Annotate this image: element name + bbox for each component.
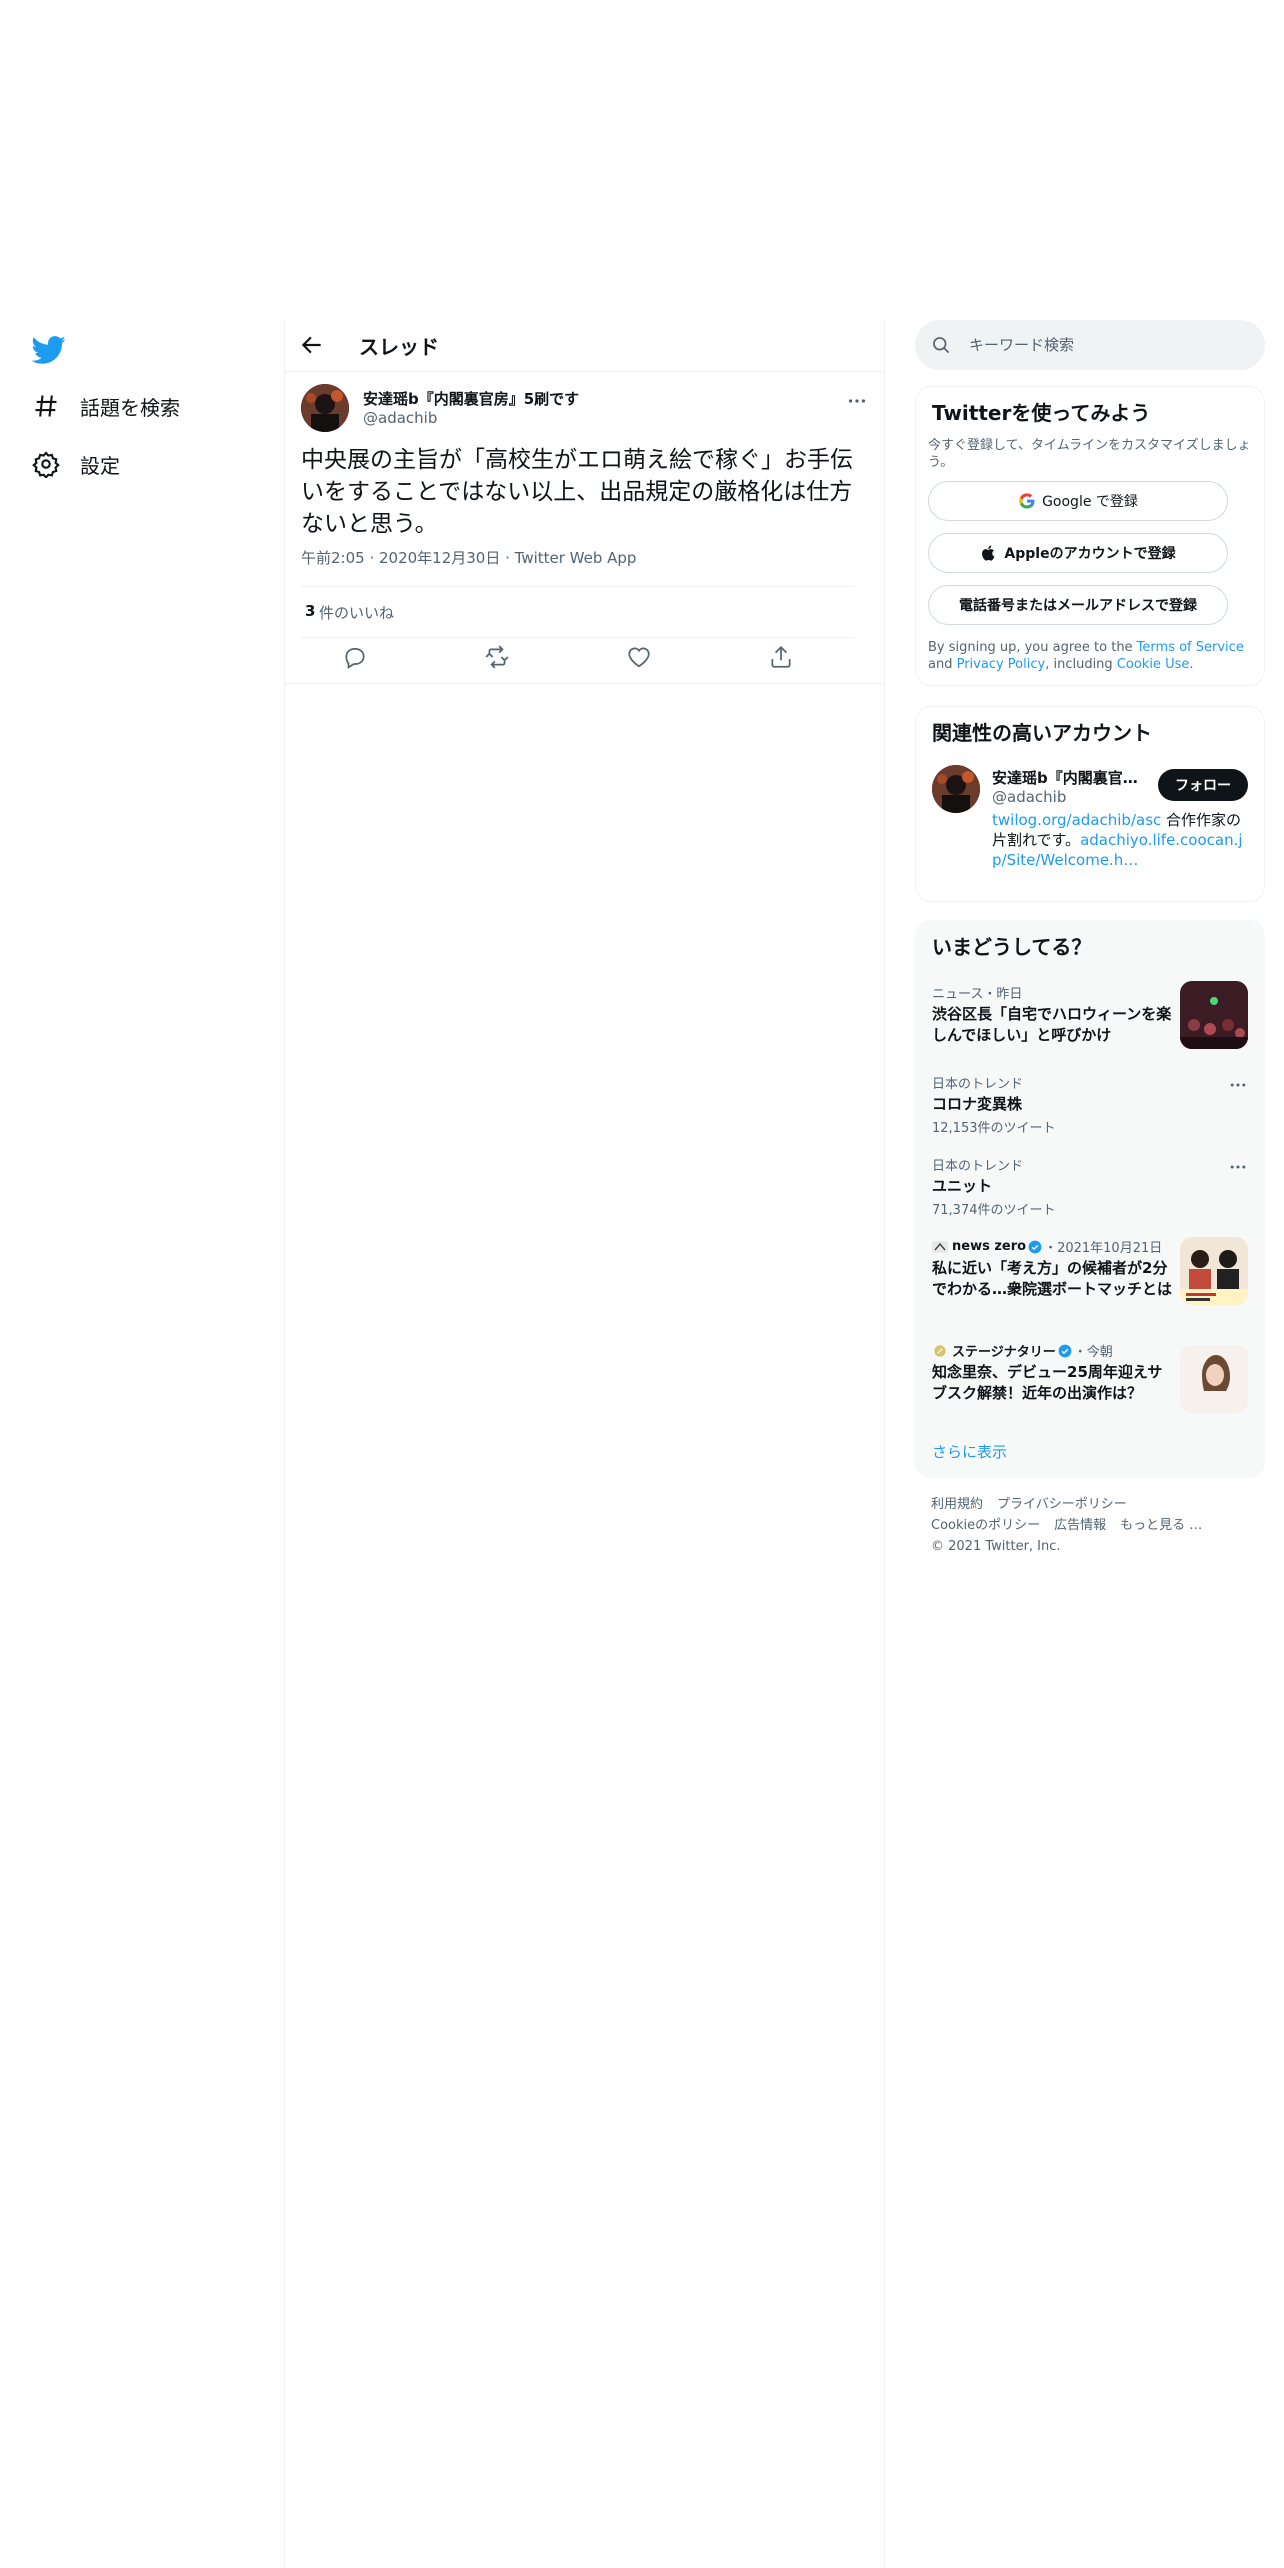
trend-source: ステージナタリー	[952, 1345, 1056, 1360]
signup-card: Twitterを使ってみよう 今すぐ登録して、タイムラインをカスタマイズしましょ…	[915, 386, 1265, 686]
gear-icon	[32, 450, 60, 478]
nav-settings-label: 設定	[80, 453, 120, 478]
trend-title: ユニット	[932, 1177, 993, 1195]
retweet-icon[interactable]	[484, 644, 510, 670]
trend-item[interactable]: news zero ・2021年10月21日 私に近い「考え方」の候補者が2分で…	[932, 1237, 1172, 1300]
footer-privacy-link[interactable]: プライバシーポリシー	[997, 1497, 1127, 1512]
signup-legal: By signing up, you agree to the Terms of…	[928, 639, 1258, 673]
legal-text: By signing up, you agree to the	[928, 640, 1137, 655]
search-box[interactable]	[915, 320, 1265, 370]
footer-ads-link[interactable]: 広告情報	[1054, 1518, 1106, 1533]
trends-card: いまどうしてる？ ニュース・昨日 渋谷区長「自宅でハロウィーンを楽しんでほしい」…	[915, 920, 1265, 1478]
related-title: 関連性の高いアカウント	[932, 721, 1152, 745]
share-icon[interactable]	[768, 644, 794, 670]
hashtag-icon	[32, 392, 60, 420]
trend-count: 71,374件のツイート	[932, 1203, 1056, 1218]
trend-meta: 日本のトレンド	[932, 1077, 1024, 1092]
trend-thumbnail	[1180, 1237, 1248, 1305]
author-handle[interactable]: @adachib	[363, 409, 437, 427]
more-icon[interactable]	[846, 390, 868, 412]
signup-title: Twitterを使ってみよう	[932, 401, 1151, 425]
footer-cookie-link[interactable]: Cookieのポリシー	[931, 1518, 1040, 1533]
likes-row[interactable]: 3 件のいいね	[301, 586, 854, 638]
trend-thumbnail	[1180, 981, 1248, 1049]
tweet-meta[interactable]: 午前2:05 · 2020年12月30日 · Twitter Web App	[301, 547, 636, 568]
more-icon[interactable]	[1228, 1157, 1248, 1177]
search-icon	[931, 335, 951, 355]
cookie-link[interactable]: Cookie Use	[1117, 657, 1190, 672]
trend-meta: ステージナタリー ・今朝	[932, 1341, 1172, 1360]
news-zero-logo-icon	[932, 1240, 948, 1253]
twitter-logo-icon[interactable]	[30, 332, 66, 368]
avatar[interactable]	[301, 384, 349, 432]
related-accounts-card: 関連性の高いアカウント 安達瑶b『内閣裏官房』5刷です @adachib フォロ…	[915, 706, 1265, 902]
privacy-link[interactable]: Privacy Policy	[957, 657, 1046, 672]
likes-count: 3	[305, 602, 316, 620]
legal-text: , including	[1045, 657, 1117, 672]
heart-icon[interactable]	[626, 644, 652, 670]
related-name[interactable]: 安達瑶b『内閣裏官房』5刷です	[992, 767, 1142, 788]
signup-subtitle: 今すぐ登録して、タイムラインをカスタマイズしましょう。	[928, 438, 1251, 470]
avatar[interactable]	[932, 765, 980, 813]
trend-title: 知念里奈、デビュー25周年迎えサブスク解禁！近年の出演作は？	[932, 1363, 1163, 1402]
apple-signup-label: Appleのアカウントで登録	[1004, 546, 1176, 562]
tweet: 安達瑶b『内閣裏官房』5刷です @adachib 中央展の主旨が「高校生がエロ萌…	[285, 372, 884, 684]
show-more-link[interactable]: さらに表示	[932, 1441, 1007, 1462]
trend-time: ・2021年10月21日	[1044, 1241, 1163, 1256]
trend-meta: ニュース・昨日	[932, 987, 1023, 1002]
related-handle[interactable]: @adachib	[992, 788, 1066, 806]
phone-email-signup-label: 電話番号またはメールアドレスで登録	[959, 598, 1197, 614]
follow-button[interactable]: フォロー	[1158, 769, 1248, 801]
terms-link[interactable]: Terms of Service	[1137, 640, 1244, 655]
trend-meta: news zero ・2021年10月21日	[932, 1237, 1172, 1256]
trends-title: いまどうしてる？	[932, 935, 1092, 959]
trend-title: 渋谷区長「自宅でハロウィーンを楽しんでほしい」と呼びかけ	[932, 1005, 1172, 1044]
more-icon[interactable]	[1228, 1075, 1248, 1095]
verified-badge-icon	[1058, 1344, 1072, 1357]
likes-label: 件のいいね	[319, 604, 395, 622]
footer-terms-link[interactable]: 利用規約	[931, 1497, 983, 1512]
nav-explore-label: 話題を検索	[80, 395, 180, 420]
apple-signup-button[interactable]: Appleのアカウントで登録	[928, 533, 1228, 573]
stage-natalie-logo-icon	[934, 1344, 946, 1357]
trend-thumbnail	[1180, 1345, 1248, 1413]
back-arrow-icon[interactable]	[299, 332, 325, 358]
google-icon	[1018, 492, 1036, 510]
search-input[interactable]	[969, 320, 1249, 370]
tweet-text: 中央展の主旨が「高校生がエロ萌え絵で稼ぐ」お手伝いをすることではない以上、出品規…	[301, 447, 853, 537]
apple-icon	[980, 544, 998, 562]
related-bio: twilog.org/adachib/asc 合作作家の片割れです。adachi…	[992, 810, 1254, 870]
legal-text: .	[1189, 657, 1194, 672]
trend-item[interactable]: 日本のトレンド コロナ変異株 12,153件のツイート	[932, 1073, 1252, 1136]
trend-title: コロナ変異株	[932, 1095, 1023, 1113]
trend-source: news zero	[952, 1239, 1027, 1254]
trend-item[interactable]: ステージナタリー ・今朝 知念里奈、デビュー25周年迎えサブスク解禁！近年の出演…	[932, 1341, 1172, 1404]
trend-item[interactable]: ニュース・昨日 渋谷区長「自宅でハロウィーンを楽しんでほしい」と呼びかけ	[932, 983, 1172, 1046]
verified-badge-icon	[1028, 1240, 1042, 1253]
footer-copyright: © 2021 Twitter, Inc.	[931, 1539, 1061, 1554]
bio-link[interactable]: twilog.org/adachib/asc	[992, 811, 1161, 829]
legal-text: and	[928, 657, 957, 672]
trend-meta: 日本のトレンド	[932, 1159, 1024, 1174]
page-title: スレッド	[359, 335, 439, 359]
trend-count: 12,153件のツイート	[932, 1121, 1056, 1136]
footer-more-link[interactable]: もっと見る …	[1120, 1518, 1202, 1533]
nav-explore[interactable]: 話題を検索	[32, 384, 180, 428]
trend-time: ・今朝	[1073, 1345, 1113, 1360]
phone-email-signup-button[interactable]: 電話番号またはメールアドレスで登録	[928, 585, 1228, 625]
main-column: スレッド 安達瑶b『内閣裏官房』5刷です @adachib 中央展の主旨が「高校…	[284, 318, 885, 2568]
footer: 利用規約 プライバシーポリシー Cookieのポリシー 広告情報 もっと見る … © …	[931, 1494, 1251, 1557]
trend-item[interactable]: 日本のトレンド ユニット 71,374件のツイート	[932, 1155, 1252, 1218]
trend-title: 私に近い「考え方」の候補者が2分でわかる…衆院選ボートマッチとは	[932, 1259, 1173, 1298]
google-signup-label: Google で登録	[1042, 494, 1138, 510]
google-signup-button[interactable]: Google で登録	[928, 481, 1228, 521]
nav-settings[interactable]: 設定	[32, 442, 120, 486]
reply-icon[interactable]	[342, 644, 368, 670]
author-name[interactable]: 安達瑶b『内閣裏官房』5刷です	[363, 388, 579, 409]
thread-header: スレッド	[285, 318, 884, 372]
